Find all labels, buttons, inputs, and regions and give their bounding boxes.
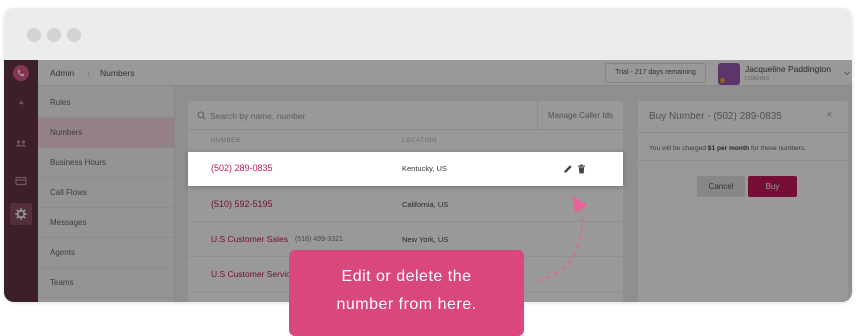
- pencil-icon[interactable]: [563, 164, 573, 174]
- tooltip-line: number from here.: [336, 296, 477, 313]
- trash-icon[interactable]: [577, 164, 586, 174]
- browser-titlebar: [4, 8, 852, 60]
- location-label: Kentucky, US: [402, 164, 447, 173]
- window-close-dot[interactable]: [27, 28, 41, 42]
- highlighted-number-row[interactable]: (502) 289-0835 Kentucky, US: [188, 152, 623, 186]
- tooltip-line: Edit or delete the: [341, 268, 472, 285]
- tooltip-callout: Edit or delete the number from here.: [289, 250, 524, 336]
- page: Admin › Numbers Trial - 217 days remaini…: [0, 0, 856, 336]
- number-label: (502) 289-0835: [211, 163, 273, 173]
- window-maximize-dot[interactable]: [67, 28, 81, 42]
- window-minimize-dot[interactable]: [47, 28, 61, 42]
